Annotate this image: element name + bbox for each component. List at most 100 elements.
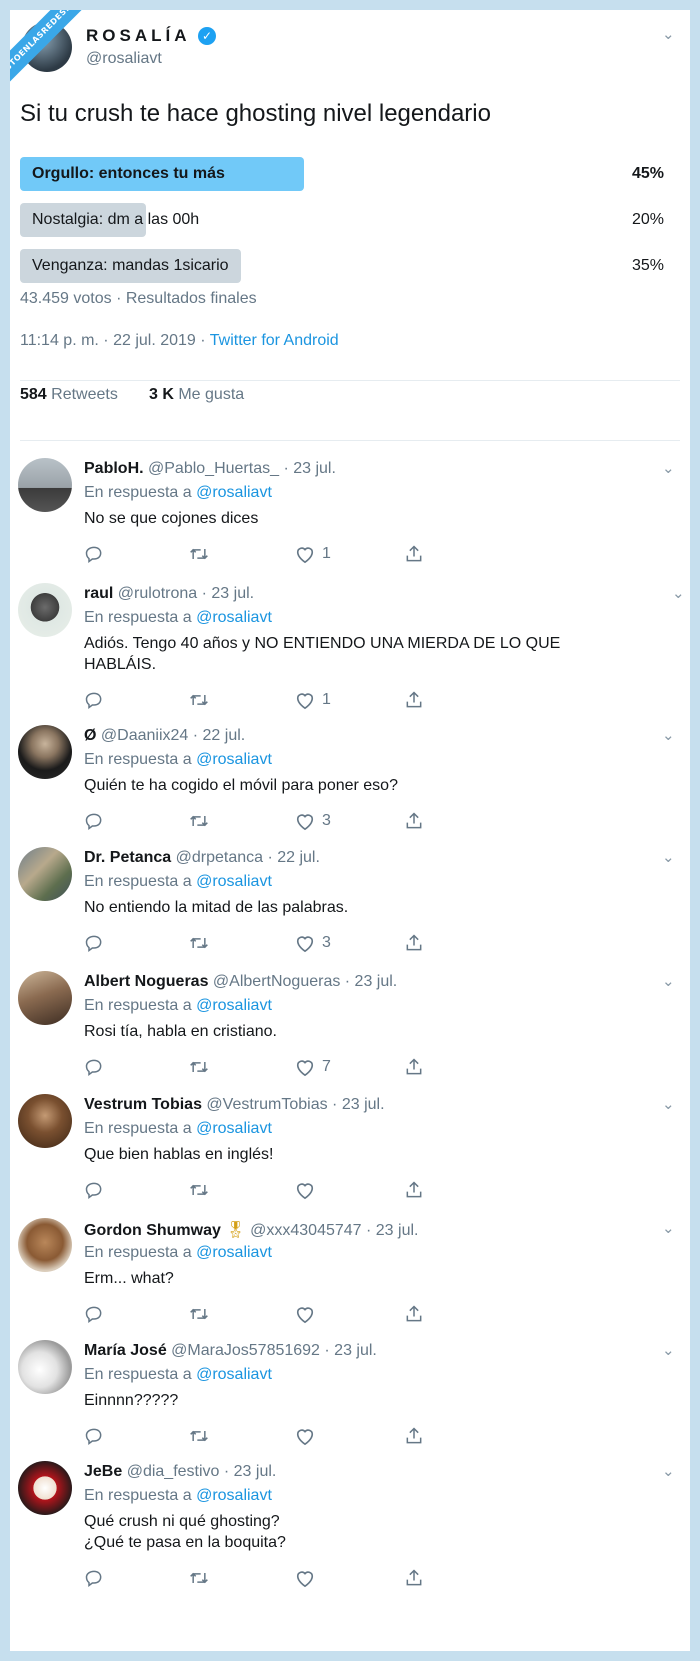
avatar[interactable] bbox=[18, 1461, 72, 1515]
in-reply-to-mention[interactable]: @rosaliavt bbox=[196, 609, 272, 626]
reply-actions: 3 bbox=[84, 810, 444, 832]
author-display-name[interactable]: ROSALÍA bbox=[86, 26, 191, 46]
reply-handle-date[interactable]: @Pablo_Huertas_ · 23 jul. bbox=[148, 460, 336, 477]
tweet-timestamp: 11:14 p. m. · 22 jul. 2019 · Twitter for… bbox=[20, 332, 339, 350]
reply-author-name[interactable]: Gordon Shumway bbox=[84, 1222, 221, 1239]
chevron-down-icon[interactable]: ⌄ bbox=[662, 1097, 676, 1112]
reply-handle-date[interactable]: @VestrumTobias · 23 jul. bbox=[206, 1096, 384, 1113]
avatar[interactable] bbox=[18, 725, 72, 779]
in-reply-to-mention[interactable]: @rosaliavt bbox=[196, 1366, 272, 1383]
reply-tweet[interactable]: María José @MaraJos57851692 · 23 jul. ⌄ En… bbox=[10, 1340, 690, 1455]
reply-meta: Vestrum Tobias @VestrumTobias · 23 jul. bbox=[84, 1096, 385, 1114]
verified-badge-icon: ✓ bbox=[198, 27, 216, 45]
chevron-down-icon[interactable]: ⌄ bbox=[662, 27, 676, 42]
reply-tweet[interactable]: JeBe @dia_festivo · 23 jul. ⌄ En respuesta… bbox=[10, 1461, 690, 1597]
in-reply-to-label: En respuesta a bbox=[84, 1366, 197, 1383]
reply-tweet[interactable]: PabloH. @Pablo_Huertas_ · 23 jul. ⌄ En res… bbox=[10, 458, 690, 573]
reply-text-line: Quién te ha cogido el móvil para poner e… bbox=[84, 777, 398, 794]
reply-text: Quién te ha cogido el móvil para poner e… bbox=[84, 775, 398, 796]
reply-text: Qué crush ni qué ghosting? ¿Qué te pasa e… bbox=[84, 1511, 286, 1553]
reply-author-name[interactable]: Ø bbox=[84, 727, 96, 744]
reply-tweet[interactable]: raul @rulotrona · 23 jul. ⌄ En respuesta a… bbox=[10, 583, 690, 719]
reply-handle-date[interactable]: @drpetanca · 22 jul. bbox=[176, 849, 320, 866]
like-count: 1 bbox=[322, 691, 331, 708]
reply-text-line: Adiós. Tengo 40 años y NO ENTIENDO UNA M… bbox=[84, 635, 561, 652]
reply-author-name[interactable]: Vestrum Tobias bbox=[84, 1096, 202, 1113]
like-count: 3 bbox=[322, 812, 331, 829]
poll-option: Venganza: mandas 1sicario 35% bbox=[20, 249, 670, 283]
likes-label: Me gusta bbox=[178, 386, 245, 403]
reply-meta: Albert Nogueras @AlbertNogueras · 23 jul… bbox=[84, 973, 397, 991]
reply-handle-date[interactable]: @rulotrona · 23 jul. bbox=[118, 585, 254, 602]
reply-handle-date[interactable]: @dia_festivo · 23 jul. bbox=[127, 1463, 277, 1480]
reply-author-name[interactable]: Dr. Petanca bbox=[84, 849, 171, 866]
in-reply-to-mention[interactable]: @rosaliavt bbox=[196, 751, 272, 768]
reply-author-name[interactable]: raul bbox=[84, 585, 113, 602]
reply-handle-date[interactable]: @Daaniix24 · 22 jul. bbox=[101, 727, 245, 744]
avatar[interactable] bbox=[18, 971, 72, 1025]
reply-text-line: Que bien hablas en inglés! bbox=[84, 1146, 274, 1163]
tweet-time[interactable]: 11:14 p. m. · 22 jul. 2019 · bbox=[20, 332, 210, 349]
in-reply-to-mention[interactable]: @rosaliavt bbox=[196, 1244, 272, 1261]
divider bbox=[20, 440, 680, 441]
chevron-down-icon[interactable]: ⌄ bbox=[662, 850, 676, 865]
reply-meta: María José @MaraJos57851692 · 23 jul. bbox=[84, 1342, 377, 1360]
reply-author-name[interactable]: JeBe bbox=[84, 1463, 122, 1480]
chevron-down-icon[interactable]: ⌄ bbox=[662, 1221, 676, 1236]
reply-text: Rosi tía, habla en cristiano. bbox=[84, 1021, 277, 1042]
avatar[interactable] bbox=[18, 847, 72, 901]
in-reply-to: En respuesta a @rosaliavt bbox=[84, 609, 272, 627]
chevron-down-icon[interactable]: ⌄ bbox=[672, 586, 686, 601]
reply-text-line: Rosi tía, habla en cristiano. bbox=[84, 1023, 277, 1040]
avatar[interactable] bbox=[18, 1094, 72, 1148]
in-reply-to-mention[interactable]: @rosaliavt bbox=[196, 997, 272, 1014]
in-reply-to-label: En respuesta a bbox=[84, 873, 197, 890]
chevron-down-icon[interactable]: ⌄ bbox=[662, 1343, 676, 1358]
reply-handle-date[interactable]: @MaraJos57851692 · 23 jul. bbox=[171, 1342, 377, 1359]
chevron-down-icon[interactable]: ⌄ bbox=[662, 1464, 676, 1479]
reply-tweet[interactable]: Ø @Daaniix24 · 22 jul. ⌄ En respuesta a @r… bbox=[10, 725, 690, 840]
poll-results-meta: 43.459 votos · Resultados finales bbox=[20, 290, 257, 307]
reply-text-line: Einnnn????? bbox=[84, 1392, 179, 1409]
in-reply-to-mention[interactable]: @rosaliavt bbox=[196, 1487, 272, 1504]
avatar[interactable] bbox=[18, 458, 72, 512]
author-handle[interactable]: @rosaliavt bbox=[86, 50, 162, 68]
reply-author-name[interactable]: PabloH. bbox=[84, 460, 144, 477]
tweet-text: Si tu crush te hace ghosting nivel legen… bbox=[20, 100, 491, 127]
retweets-stat[interactable]: 584 Retweets bbox=[20, 386, 118, 403]
reply-meta: Ø @Daaniix24 · 22 jul. bbox=[84, 727, 245, 745]
poll-option-label: Orgullo: entonces tu más bbox=[32, 165, 225, 182]
likes-count: 3 K bbox=[148, 386, 174, 403]
avatar[interactable] bbox=[18, 1340, 72, 1394]
chevron-down-icon[interactable]: ⌄ bbox=[662, 974, 676, 989]
in-reply-to-mention[interactable]: @rosaliavt bbox=[196, 484, 272, 501]
likes-stat[interactable]: 3 K Me gusta bbox=[149, 386, 244, 403]
reply-handle-date[interactable]: @AlbertNogueras · 23 jul. bbox=[213, 973, 397, 990]
reply-tweet[interactable]: Gordon Shumway 🎖 @xxx43045747 · 23 jul. ⌄… bbox=[10, 1218, 690, 1333]
in-reply-to: En respuesta a @rosaliavt bbox=[84, 873, 272, 891]
reply-tweet[interactable]: Vestrum Tobias @VestrumTobias · 23 jul. ⌄… bbox=[10, 1094, 690, 1209]
reply-actions bbox=[84, 1303, 444, 1325]
in-reply-to: En respuesta a @rosaliavt bbox=[84, 997, 272, 1015]
reply-handle-date[interactable]: @xxx43045747 · 23 jul. bbox=[250, 1222, 418, 1239]
in-reply-to: En respuesta a @rosaliavt bbox=[84, 484, 272, 502]
reply-tweet[interactable]: Albert Nogueras @AlbertNogueras · 23 jul… bbox=[10, 971, 690, 1086]
chevron-down-icon[interactable]: ⌄ bbox=[662, 461, 676, 476]
reply-author-name[interactable]: Albert Nogueras bbox=[84, 973, 208, 990]
poll-option-percent: 20% bbox=[631, 211, 664, 228]
in-reply-to-mention[interactable]: @rosaliavt bbox=[196, 873, 272, 890]
like-count: 7 bbox=[322, 1058, 331, 1075]
like-count: 3 bbox=[322, 934, 331, 951]
reply-author-name[interactable]: María José bbox=[84, 1342, 167, 1359]
in-reply-to-label: En respuesta a bbox=[84, 1120, 197, 1137]
in-reply-to: En respuesta a @rosaliavt bbox=[84, 751, 272, 769]
avatar[interactable] bbox=[18, 583, 72, 637]
chevron-down-icon[interactable]: ⌄ bbox=[662, 728, 676, 743]
reply-tweet[interactable]: Dr. Petanca @drpetanca · 22 jul. ⌄ En resp… bbox=[10, 847, 690, 962]
in-reply-to-label: En respuesta a bbox=[84, 751, 197, 768]
tweet-source-link[interactable]: Twitter for Android bbox=[210, 332, 339, 349]
in-reply-to-mention[interactable]: @rosaliavt bbox=[196, 1120, 272, 1137]
avatar[interactable] bbox=[18, 1218, 72, 1272]
poll-option-label: Venganza: mandas 1sicario bbox=[32, 257, 229, 274]
watermark-text: VISTOENLASREDES.com bbox=[10, 10, 84, 84]
